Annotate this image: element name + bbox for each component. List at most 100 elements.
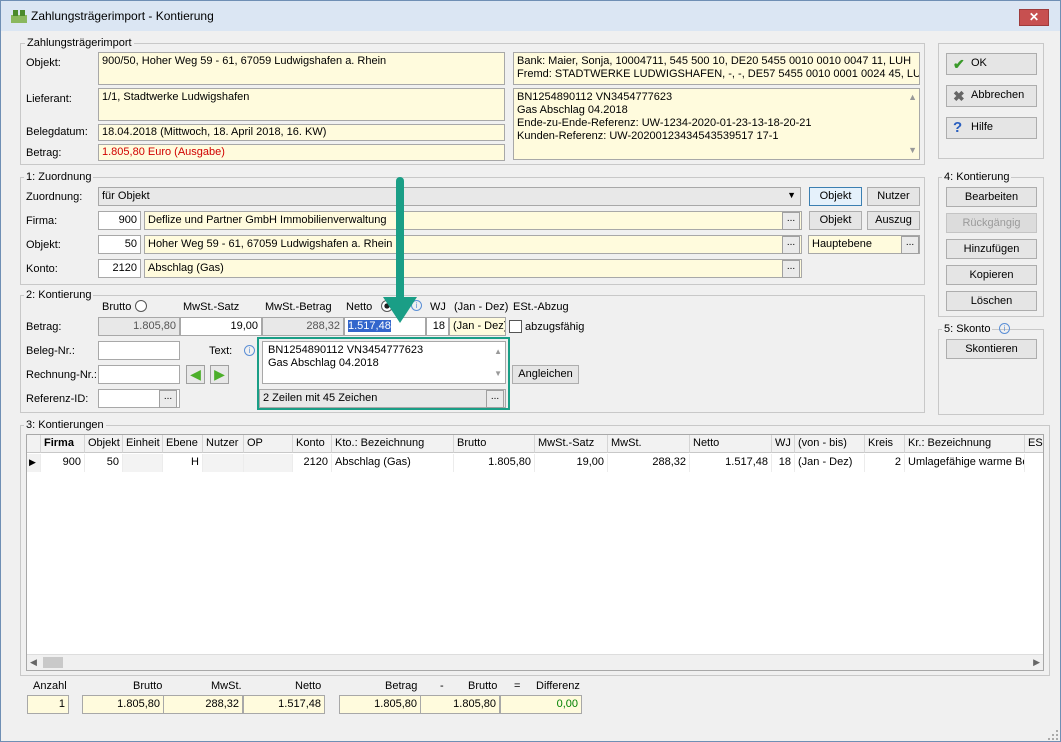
info-icon[interactable]: i bbox=[999, 323, 1010, 334]
betrag-label: Betrag: bbox=[26, 147, 62, 159]
col-einheit[interactable]: Einheit bbox=[123, 435, 163, 453]
ebene-lookup-button[interactable]: ... bbox=[901, 236, 919, 254]
col-netto[interactable]: Netto bbox=[690, 435, 772, 453]
col-op[interactable]: OP bbox=[244, 435, 293, 453]
col-nutzer[interactable]: Nutzer bbox=[203, 435, 244, 453]
objekt-name-field[interactable]: Hoher Weg 59 - 61, 67059 Ludwigshafen a.… bbox=[144, 235, 802, 254]
skontieren-button[interactable]: Skontieren bbox=[946, 339, 1037, 359]
cancel-label: Abbrechen bbox=[971, 89, 1025, 101]
auszug-button[interactable]: Auszug bbox=[867, 211, 920, 230]
firma-objekt-button[interactable]: Objekt bbox=[809, 211, 862, 230]
cell-von-bis[interactable]: (Jan - Dez) bbox=[795, 454, 865, 472]
konto-nr-field[interactable]: 2120 bbox=[98, 259, 141, 278]
vz-line: Gas Abschlag 04.2018 bbox=[517, 104, 628, 116]
cell-brutto[interactable]: 1.805,80 bbox=[454, 454, 535, 472]
info-icon[interactable]: i bbox=[244, 345, 255, 356]
horizontal-scrollbar[interactable]: ◀ ▶ bbox=[27, 654, 1043, 670]
cell-nutzer[interactable] bbox=[203, 454, 244, 472]
col-wj[interactable]: WJ bbox=[772, 435, 795, 453]
help-button[interactable]: ? Hilfe bbox=[946, 117, 1037, 139]
zuordnung-label: Zuordnung: bbox=[26, 191, 83, 203]
ok-button[interactable]: ✔ OK bbox=[946, 53, 1037, 75]
col-mwst-satz[interactable]: MwSt.-Satz bbox=[535, 435, 608, 453]
firma-nr-field[interactable]: 900 bbox=[98, 211, 141, 230]
cell-konto[interactable]: 2120 bbox=[293, 454, 332, 472]
mwst-betrag-field[interactable]: 288,32 bbox=[262, 317, 344, 336]
close-button[interactable]: ✕ bbox=[1019, 9, 1049, 26]
rechnung-field[interactable] bbox=[98, 365, 180, 384]
cell-kr-bezeichnung[interactable]: Umlagefähige warme Bet bbox=[905, 454, 1025, 472]
jan-dez-field[interactable]: (Jan - Dez) bbox=[449, 317, 506, 336]
est-header: ESt.-Abzug bbox=[513, 301, 569, 313]
brutto2-total: 1.805,80 bbox=[420, 695, 500, 714]
cell-firma[interactable]: 900 bbox=[41, 454, 85, 472]
cell-mwst-satz[interactable]: 19,00 bbox=[535, 454, 608, 472]
zuordnung-value: für Objekt bbox=[102, 190, 150, 202]
col-es[interactable]: ES bbox=[1025, 435, 1043, 453]
cell-wj[interactable]: 18 bbox=[772, 454, 795, 472]
cell-es[interactable] bbox=[1025, 454, 1043, 472]
wj-field[interactable]: 18 bbox=[426, 317, 449, 336]
angleichen-button[interactable]: Angleichen bbox=[512, 365, 579, 384]
wj-header: WJ bbox=[430, 301, 446, 313]
col-konto[interactable]: Konto bbox=[293, 435, 332, 453]
col-brutto[interactable]: Brutto bbox=[454, 435, 535, 453]
arrow-right-icon[interactable]: ▶ bbox=[210, 365, 229, 384]
col-firma[interactable]: Firma bbox=[41, 435, 85, 453]
cell-op[interactable] bbox=[244, 454, 293, 472]
col-kto-bezeichnung[interactable]: Kto.: Bezeichnung bbox=[332, 435, 454, 453]
cell-mwst[interactable]: 288,32 bbox=[608, 454, 690, 472]
anzahl-header: Anzahl bbox=[33, 680, 67, 692]
resize-grip-icon[interactable] bbox=[1047, 729, 1059, 741]
loeschen-button[interactable]: Löschen bbox=[946, 291, 1037, 311]
objekt-lookup-button[interactable]: ... bbox=[782, 236, 800, 254]
abzug-checkbox[interactable] bbox=[509, 320, 522, 333]
objekt-label-2: Objekt: bbox=[26, 239, 61, 251]
konto-name-field[interactable]: Abschlag (Gas) bbox=[144, 259, 802, 278]
zuordnung-select[interactable]: für Objekt ▼ bbox=[98, 187, 801, 206]
cell-ebene[interactable]: H bbox=[163, 454, 203, 472]
cell-netto[interactable]: 1.517,48 bbox=[690, 454, 772, 472]
netto-header: Netto bbox=[346, 301, 373, 313]
firma-label: Firma: bbox=[26, 215, 58, 227]
kopieren-button[interactable]: Kopieren bbox=[946, 265, 1037, 285]
firma-lookup-button[interactable]: ... bbox=[782, 212, 800, 230]
col-kr-bezeichnung[interactable]: Kr.: Bezeichnung bbox=[905, 435, 1025, 453]
firma-name-field[interactable]: Deflize und Partner GmbH Immobilienverwa… bbox=[144, 211, 802, 230]
beleg-field[interactable] bbox=[98, 341, 180, 360]
scroll-right-icon[interactable]: ▶ bbox=[1033, 657, 1040, 668]
bearbeiten-button[interactable]: Bearbeiten bbox=[946, 187, 1037, 207]
col-objekt[interactable]: Objekt bbox=[85, 435, 123, 453]
col-von-bis[interactable]: (von - bis) bbox=[795, 435, 865, 453]
brutto-radio[interactable] bbox=[135, 300, 147, 312]
brutto-field[interactable]: 1.805,80 bbox=[98, 317, 180, 336]
col-ebene[interactable]: Ebene bbox=[163, 435, 203, 453]
scroll-down-icon[interactable]: ▼ bbox=[908, 144, 917, 157]
objekt-toggle-button[interactable]: Objekt bbox=[809, 187, 862, 206]
objekt-nr-field[interactable]: 50 bbox=[98, 235, 141, 254]
cancel-button[interactable]: ✖ Abbrechen bbox=[946, 85, 1037, 107]
scroll-left-icon[interactable]: ◀ bbox=[30, 657, 37, 668]
hinzufuegen-button[interactable]: Hinzufügen bbox=[946, 239, 1037, 259]
referenz-lookup-button[interactable]: ... bbox=[159, 390, 177, 408]
scroll-thumb[interactable] bbox=[43, 657, 63, 668]
arrow-left-icon[interactable]: ◀ bbox=[186, 365, 205, 384]
kontierung-actions-label: 4: Kontierung bbox=[942, 171, 1012, 183]
cell-kreis[interactable]: 2 bbox=[865, 454, 905, 472]
cell-objekt[interactable]: 50 bbox=[85, 454, 123, 472]
vz-line: BN1254890112 VN3454777623 bbox=[517, 91, 673, 103]
import-group-label: Zahlungsträgerimport bbox=[25, 37, 134, 49]
nutzer-toggle-button[interactable]: Nutzer bbox=[867, 187, 920, 206]
col-kreis[interactable]: Kreis bbox=[865, 435, 905, 453]
rueckgaengig-button[interactable]: Rückgängig bbox=[946, 213, 1037, 233]
col-mwst[interactable]: MwSt. bbox=[608, 435, 690, 453]
kontierung-group-label: 2: Kontierung bbox=[24, 289, 94, 301]
lieferant-label: Lieferant: bbox=[26, 93, 72, 105]
cell-einheit[interactable] bbox=[123, 454, 163, 472]
kontierungen-table[interactable]: Firma Objekt Einheit Ebene Nutzer OP Kon… bbox=[26, 434, 1044, 671]
cell-kto-bezeichnung[interactable]: Abschlag (Gas) bbox=[332, 454, 454, 472]
scroll-up-icon[interactable]: ▲ bbox=[908, 91, 917, 104]
abzug-label: abzugsfähig bbox=[525, 321, 585, 333]
konto-lookup-button[interactable]: ... bbox=[782, 260, 800, 278]
mwst-satz-field[interactable]: 19,00 bbox=[180, 317, 262, 336]
